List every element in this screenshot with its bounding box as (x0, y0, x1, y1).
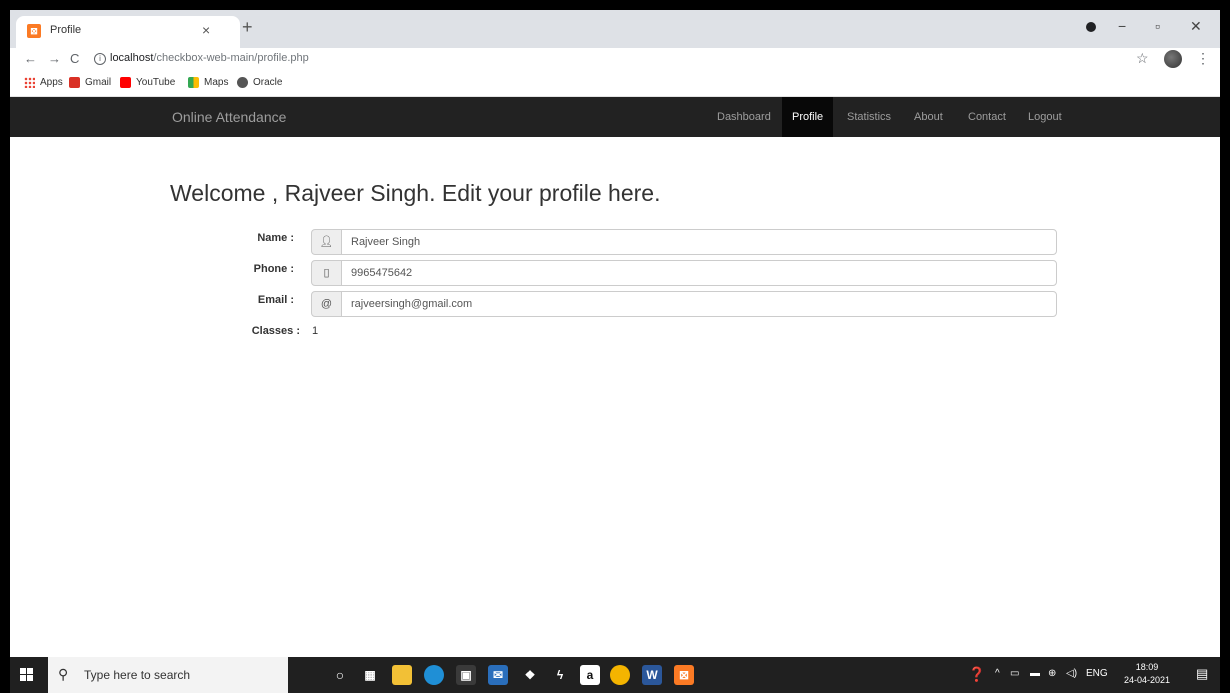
url-text: localhost/checkbox-web-main/profile.php (110, 52, 309, 64)
xampp-icon: ⊠ (27, 24, 41, 38)
phone-field[interactable] (341, 260, 1057, 286)
system-clock[interactable]: 18:09 24-04-2021 (1124, 661, 1170, 687)
help-icon[interactable]: ❓ (968, 666, 985, 683)
info-icon[interactable]: i (94, 53, 106, 65)
gmail-icon (69, 77, 80, 88)
email-label: Email : (257, 294, 294, 306)
maximize-icon[interactable]: ▫ (1155, 18, 1160, 34)
apps-grid-icon (24, 77, 35, 88)
address-bar[interactable]: i localhost/checkbox-web-main/profile.ph… (92, 49, 1092, 69)
search-placeholder: Type here to search (84, 668, 191, 682)
language-indicator[interactable]: ENG (1086, 668, 1108, 679)
youtube-icon (120, 77, 131, 88)
battery-icon[interactable]: ▬ (1030, 668, 1040, 679)
nav-logout[interactable]: Logout (1018, 97, 1072, 137)
page-title: Welcome , Rajveer Singh. Edit your profi… (170, 180, 661, 206)
forward-icon[interactable]: → (48, 51, 61, 66)
file-explorer-icon[interactable] (392, 665, 412, 685)
name-input-group: 👤︎ (311, 229, 1057, 255)
tab-close-icon[interactable]: × (202, 22, 210, 38)
classes-label: Classes : (251, 325, 300, 337)
bookmark-gmail[interactable]: Gmail (69, 77, 111, 88)
at-sign-icon: @ (311, 291, 342, 317)
volume-icon[interactable]: ◁) (1066, 668, 1077, 679)
bookmark-apps[interactable]: Apps (24, 77, 63, 88)
tray-chevron-icon[interactable]: ^ (995, 668, 1000, 679)
bookmarks-bar: Apps Gmail YouTube Maps Oracle (10, 70, 1220, 97)
xampp-taskbar-icon[interactable]: ⊠ (674, 665, 694, 685)
dropbox-icon[interactable]: ❖ (520, 665, 540, 685)
reload-icon[interactable]: C (70, 51, 79, 66)
menu-kebab-icon[interactable]: ⋮ (1196, 50, 1210, 67)
screen: ⊠ Profile × + − ▫ ✕ ← → C i localhost/ch… (10, 10, 1220, 693)
minimize-icon[interactable]: − (1118, 18, 1126, 34)
bookmark-maps[interactable]: Maps (188, 77, 228, 88)
bookmark-youtube[interactable]: YouTube (120, 77, 175, 88)
network-icon[interactable]: ▭ (1010, 668, 1019, 679)
email-field[interactable] (341, 291, 1057, 317)
search-icon: ⚲ (58, 666, 69, 682)
browser-tab-strip: ⊠ Profile × + − ▫ ✕ (10, 10, 1220, 48)
nav-contact[interactable]: Contact (958, 97, 1016, 137)
taskbar: ⚲ Type here to search ○ ▦ ▣ ✉ ❖ ϟ a W ⊠ … (10, 657, 1220, 693)
classes-count: 1 (312, 325, 319, 337)
back-icon[interactable]: ← (24, 51, 37, 66)
nav-about[interactable]: About (904, 97, 953, 137)
chrome-icon[interactable] (610, 665, 630, 685)
bookmark-oracle[interactable]: Oracle (237, 77, 282, 88)
clock-date: 24-04-2021 (1124, 675, 1171, 685)
nav-dashboard[interactable]: Dashboard (707, 97, 781, 137)
phone-icon: ▯ (311, 260, 342, 286)
task-view-icon[interactable]: ▦ (360, 665, 380, 685)
cortana-icon[interactable]: ○ (330, 665, 350, 685)
site-brand[interactable]: Online Attendance (172, 109, 286, 125)
pulse-icon[interactable]: ϟ (550, 665, 570, 685)
nav-profile[interactable]: Profile (782, 97, 834, 137)
site-navbar: Online Attendance Dashboard Profile Stat… (10, 97, 1220, 137)
name-label: Name : (257, 232, 294, 244)
nav-statistics[interactable]: Statistics (837, 97, 901, 137)
tab-title: Profile (50, 24, 82, 36)
clock-time: 18:09 (1135, 662, 1159, 672)
phone-label: Phone : (253, 263, 294, 275)
maps-icon (188, 77, 199, 88)
taskbar-search-box[interactable]: ⚲ Type here to search (48, 657, 288, 693)
browser-toolbar: ← → C i localhost/checkbox-web-main/prof… (10, 48, 1220, 70)
email-input-group: @ (311, 291, 1057, 317)
windows-start-icon[interactable] (20, 668, 34, 682)
browser-tab[interactable]: ⊠ Profile × (16, 16, 240, 48)
bookmark-star-icon[interactable]: ☆ (1136, 50, 1149, 67)
globe-tray-icon[interactable]: ⊕ (1048, 668, 1056, 679)
word-icon[interactable]: W (642, 665, 662, 685)
new-tab-button[interactable]: + (242, 18, 253, 36)
globe-icon (237, 77, 248, 88)
browser-profile-icon[interactable] (1086, 22, 1096, 32)
store-icon[interactable]: ▣ (456, 665, 476, 685)
user-icon: 👤︎ (311, 229, 342, 255)
edge-icon[interactable] (424, 665, 444, 685)
close-window-icon[interactable]: ✕ (1190, 18, 1202, 35)
mail-icon[interactable]: ✉ (488, 665, 508, 685)
amazon-icon[interactable]: a (580, 665, 600, 685)
phone-input-group: ▯ (311, 260, 1057, 286)
avatar[interactable] (1164, 50, 1182, 68)
name-field[interactable] (341, 229, 1057, 255)
notifications-icon[interactable]: ▤ (1196, 666, 1208, 682)
